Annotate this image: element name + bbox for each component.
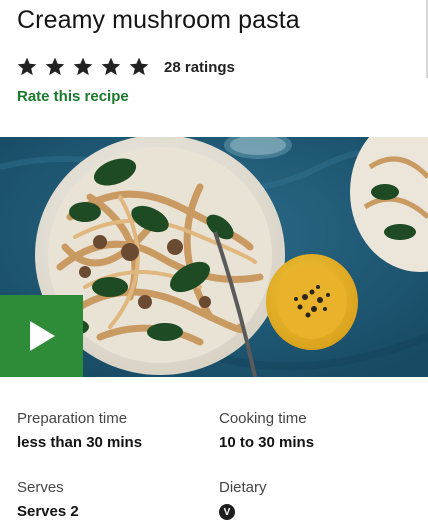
play-icon: [29, 321, 55, 351]
serves: Serves Serves 2: [17, 478, 207, 522]
dietary: Dietary V: [219, 478, 409, 520]
ratings-count: 28 ratings: [164, 58, 235, 76]
star-icon[interactable]: [72, 56, 94, 78]
star-icon[interactable]: [16, 56, 38, 78]
play-video-button[interactable]: [0, 295, 83, 377]
recipe-title: Creamy mushroom pasta: [17, 6, 300, 34]
star-icon[interactable]: [100, 56, 122, 78]
prep-time-value: less than 30 mins: [17, 434, 143, 451]
cook-time-value: 10 to 30 mins: [219, 434, 315, 451]
dietary-label: Dietary: [219, 479, 267, 496]
cook-time-label: Cooking time: [219, 410, 307, 427]
recipe-page: Creamy mushroom pasta 28 ratings Rate th…: [0, 0, 428, 528]
rating-summary[interactable]: 28 ratings: [16, 56, 235, 78]
serves-value: Serves 2: [17, 503, 79, 520]
prep-time: Preparation time less than 30 mins: [17, 409, 207, 453]
rate-recipe-link[interactable]: Rate this recipe: [17, 88, 129, 105]
star-icon[interactable]: [44, 56, 66, 78]
cook-time: Cooking time 10 to 30 mins: [219, 409, 409, 453]
serves-label: Serves: [17, 479, 64, 496]
prep-time-label: Preparation time: [17, 410, 128, 427]
star-icon[interactable]: [128, 56, 150, 78]
star-rating[interactable]: [16, 56, 150, 78]
vegetarian-badge-icon[interactable]: V: [219, 504, 235, 520]
